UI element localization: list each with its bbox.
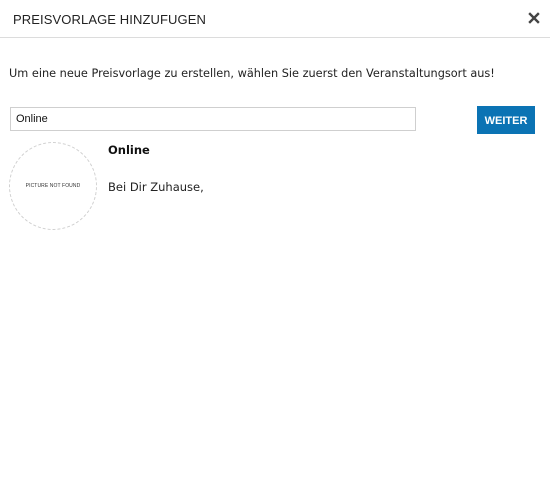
- close-icon[interactable]: [527, 11, 541, 25]
- instruction-text: Um eine neue Preisvorlage zu erstellen, …: [9, 67, 495, 80]
- dialog-header: PREISVORLAGE HINZUFUGEN: [0, 0, 550, 38]
- venue-thumbnail: PICTURE NOT FOUND: [9, 142, 97, 230]
- venue-name: Online: [108, 143, 150, 157]
- thumbnail-placeholder-text: PICTURE NOT FOUND: [25, 183, 81, 189]
- next-button[interactable]: WEITER: [477, 106, 535, 134]
- dialog-title: PREISVORLAGE HINZUFUGEN: [13, 12, 206, 27]
- venue-address: Bei Dir Zuhause,: [108, 180, 204, 194]
- venue-result-item[interactable]: PICTURE NOT FOUND Online Bei Dir Zuhause…: [8, 141, 538, 235]
- add-price-template-dialog: PREISVORLAGE HINZUFUGEN Um eine neue Pre…: [0, 0, 550, 496]
- venue-search-input[interactable]: [10, 107, 416, 131]
